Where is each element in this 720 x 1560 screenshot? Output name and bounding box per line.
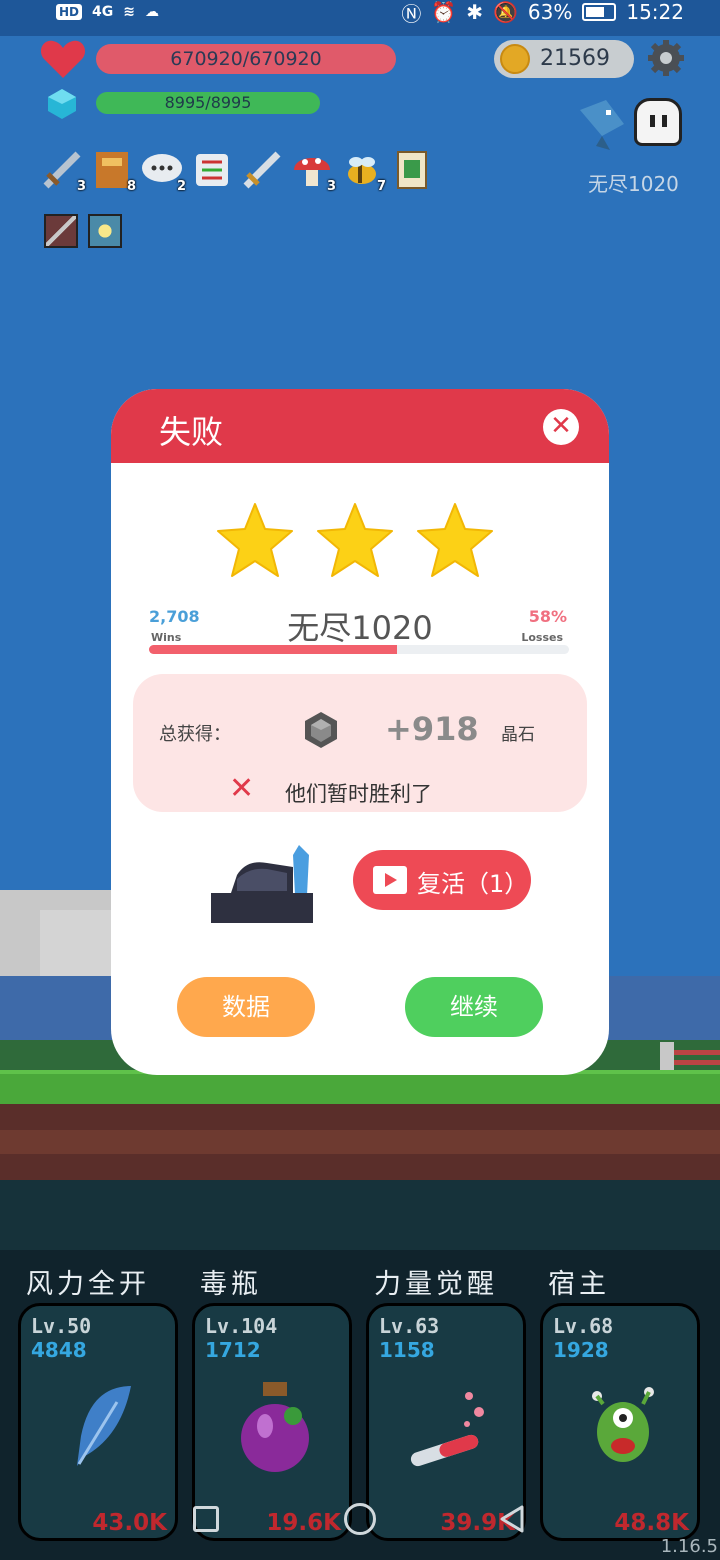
star-icon [417, 503, 493, 577]
skill-level: Lv.50 [31, 1314, 92, 1338]
skill-card-host[interactable]: Lv.68 1928 48.8K [540, 1303, 700, 1541]
skill-cost: 48.8K [614, 1510, 689, 1536]
defeat-dialog: 失败 ✕ 无尽1020 2,708 Wins 58% Losses 总获得： +… [111, 389, 609, 1075]
signal-icon: 4G [92, 4, 114, 20]
sword-icon[interactable]: 3 [40, 148, 86, 194]
skill-name: 力量觉醒 [374, 1269, 498, 1300]
skill-level: Lv.68 [553, 1314, 614, 1338]
scroll-icon[interactable] [190, 148, 234, 192]
revive-button[interactable]: 复活（1） [353, 850, 531, 910]
book-icon[interactable]: 8 [90, 148, 136, 194]
wifi-icon: ≋ [123, 4, 135, 20]
star-rating [215, 501, 495, 581]
hp-bar: 670920/670920 [96, 44, 396, 74]
mute-icon: 🔕 [493, 0, 518, 24]
monster-icon [592, 1387, 654, 1462]
continue-button[interactable]: 继续 [405, 977, 543, 1037]
crystal-icon [305, 712, 337, 748]
cross-icon: ✕ [229, 771, 255, 806]
fence-icon [660, 1042, 720, 1072]
reward-value: +918 [385, 710, 479, 748]
close-button[interactable]: ✕ [543, 409, 579, 445]
buff-bar [44, 214, 122, 248]
win-loss-fill [149, 645, 397, 654]
test-tube-icon [410, 1392, 484, 1467]
mushroom-icon[interactable]: 3 [290, 148, 336, 194]
losses-value: 58% [528, 607, 567, 626]
poison-bottle-icon [241, 1382, 309, 1472]
heart-icon [40, 40, 86, 78]
skill-name: 风力全开 [26, 1269, 150, 1300]
coin-amount: 21569 [540, 46, 610, 71]
recent-apps-button[interactable] [193, 1506, 219, 1532]
reward-unit: 晶石 [501, 725, 535, 745]
mana-crystal-icon [48, 89, 76, 119]
skill-level: Lv.63 [379, 1314, 440, 1338]
nfc-icon: Ⓝ [401, 1, 422, 26]
skill-name: 毒瓶 [200, 1269, 262, 1300]
fish-enemy-icon [580, 100, 624, 150]
skill-value: 1158 [379, 1338, 435, 1362]
bluetooth-icon: ✱ [466, 0, 483, 24]
revive-label: 复活（1） [417, 870, 529, 898]
battery-icon [582, 3, 617, 21]
ground-grass [0, 1070, 720, 1108]
skill-panel-top [0, 1180, 720, 1250]
app-notification-icon: ☁ [144, 4, 159, 20]
skill-cost: 43.0K [92, 1510, 167, 1536]
clock: 15:22 [626, 0, 684, 24]
hd-indicator: HD [56, 4, 83, 20]
sword-buff-icon [44, 214, 78, 248]
inventory-bar: 3 8 2 3 7 [40, 148, 434, 194]
skill-value: 1712 [205, 1338, 261, 1362]
version-label: 1.16.5 [660, 1536, 718, 1557]
potion-card-icon[interactable] [390, 148, 434, 192]
data-button[interactable]: 数据 [177, 977, 315, 1037]
losses-label: Losses [521, 631, 563, 644]
star-icon [217, 503, 293, 577]
star-icon [317, 503, 393, 577]
mana-bar: 8995/8995 [96, 92, 320, 114]
feather-icon [77, 1386, 131, 1466]
battery-percent: 63% [527, 0, 573, 24]
bee-icon[interactable]: 7 [340, 148, 386, 194]
skill-cost: 19.6K [266, 1510, 341, 1536]
sword-icon[interactable] [240, 148, 284, 192]
skill-level: Lv.104 [205, 1314, 278, 1338]
reward-panel: 总获得： +918 晶石 ✕ 他们暂时胜利了 [133, 674, 587, 812]
gear-icon[interactable] [646, 38, 686, 78]
alarm-icon: ⏰ [431, 0, 457, 24]
coin-icon [500, 44, 530, 74]
light-buff-icon [88, 214, 122, 248]
skill-value: 4848 [31, 1338, 87, 1362]
skill-value: 1928 [553, 1338, 609, 1362]
reward-label: 总获得： [159, 724, 231, 745]
back-button[interactable] [498, 1504, 526, 1534]
home-button[interactable] [344, 1503, 376, 1535]
chat-bubble-icon[interactable]: 2 [140, 148, 186, 194]
fallen-hero-icon [211, 845, 313, 923]
win-loss-bar [149, 645, 569, 654]
skill-name: 宿主 [548, 1269, 610, 1300]
dialog-title: 失败 [159, 413, 224, 451]
stage-label: 无尽1020 [588, 172, 679, 196]
status-left: HD 4G ≋ ☁ [56, 4, 159, 20]
video-icon [373, 866, 407, 894]
result-message: 他们暂时胜利了 [285, 782, 432, 806]
skill-card-wind[interactable]: Lv.50 4848 43.0K [18, 1303, 178, 1541]
status-bar: HD 4G ≋ ☁ Ⓝ ⏰ ✱ 🔕 63% 15:22 [0, 0, 720, 36]
ghost-enemy-icon [634, 98, 682, 146]
wins-value: 2,708 [149, 607, 200, 626]
wins-label: Wins [151, 631, 182, 644]
ground-dirt-stripe [0, 1130, 720, 1154]
status-right: Ⓝ ⏰ ✱ 🔕 63% 15:22 [401, 0, 684, 26]
